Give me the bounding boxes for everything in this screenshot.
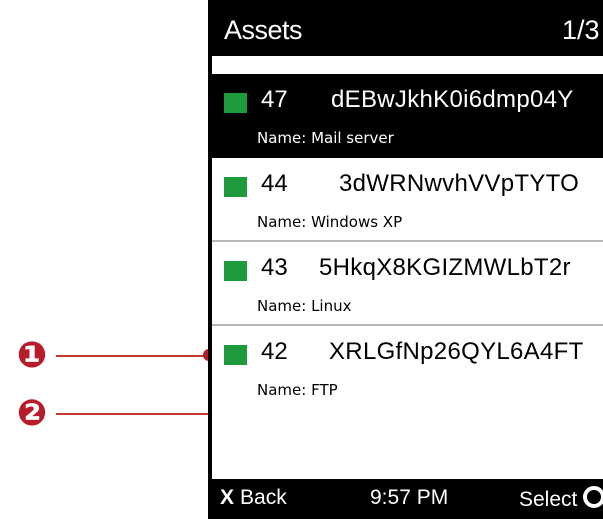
asset-name: Name: Windows XP [257,213,403,231]
asset-number: 43 [261,254,288,281]
asset-name: Name: Mail server [257,129,394,147]
asset-name: Name: FTP [257,381,338,399]
status-indicator-icon [224,261,247,281]
status-indicator-icon [224,345,247,365]
asset-number: 44 [261,170,288,197]
asset-number: 47 [261,86,288,113]
select-softkey[interactable]: Select [519,486,603,512]
asset-id: 5HkqX8KGIZMWLbT2r [319,254,571,281]
asset-row-42[interactable]: 42 XRLGfNp26QYL6A4FT Name: FTP [212,326,603,486]
ok-circle-icon [583,486,603,508]
asset-id: 3dWRNwvhVVpTYTO [339,170,580,197]
asset-id: dEBwJkhK0i6dmp04Y [331,86,574,113]
asset-row-47[interactable]: 47 dEBwJkhK0i6dmp04Y Name: Mail server [212,74,603,158]
status-indicator-icon [224,93,247,113]
asset-number: 42 [261,338,288,365]
list-top-spacer [212,56,603,74]
screen-title: Assets [224,15,303,45]
clock: 9:57 PM [370,486,449,509]
callout-1-badge: ❶ [16,335,48,376]
callout-1-line [56,355,208,357]
back-label: Back [240,486,287,509]
x-mark-icon: X [220,486,235,509]
page-indicator: 1/3 [562,15,600,45]
softkey-bar: X Back 9:57 PM Select [212,479,603,519]
title-bar: Assets 1/3 [212,6,603,56]
status-indicator-icon [224,177,247,197]
assets-list: 47 dEBwJkhK0i6dmp04Y Name: Mail server 4… [212,74,603,486]
asset-id: XRLGfNp26QYL6A4FT [329,338,584,365]
back-softkey[interactable]: X Back [220,486,287,510]
asset-name: Name: Linux [257,297,352,315]
asset-row-44[interactable]: 44 3dWRNwvhVVpTYTO Name: Windows XP [212,158,603,242]
device-screen: Assets 1/3 47 dEBwJkhK0i6dmp04Y Name: Ma… [208,0,603,519]
callout-2-badge: ❷ [16,393,48,434]
select-label: Select [519,488,578,511]
asset-row-43[interactable]: 43 5HkqX8KGIZMWLbT2r Name: Linux [212,242,603,326]
